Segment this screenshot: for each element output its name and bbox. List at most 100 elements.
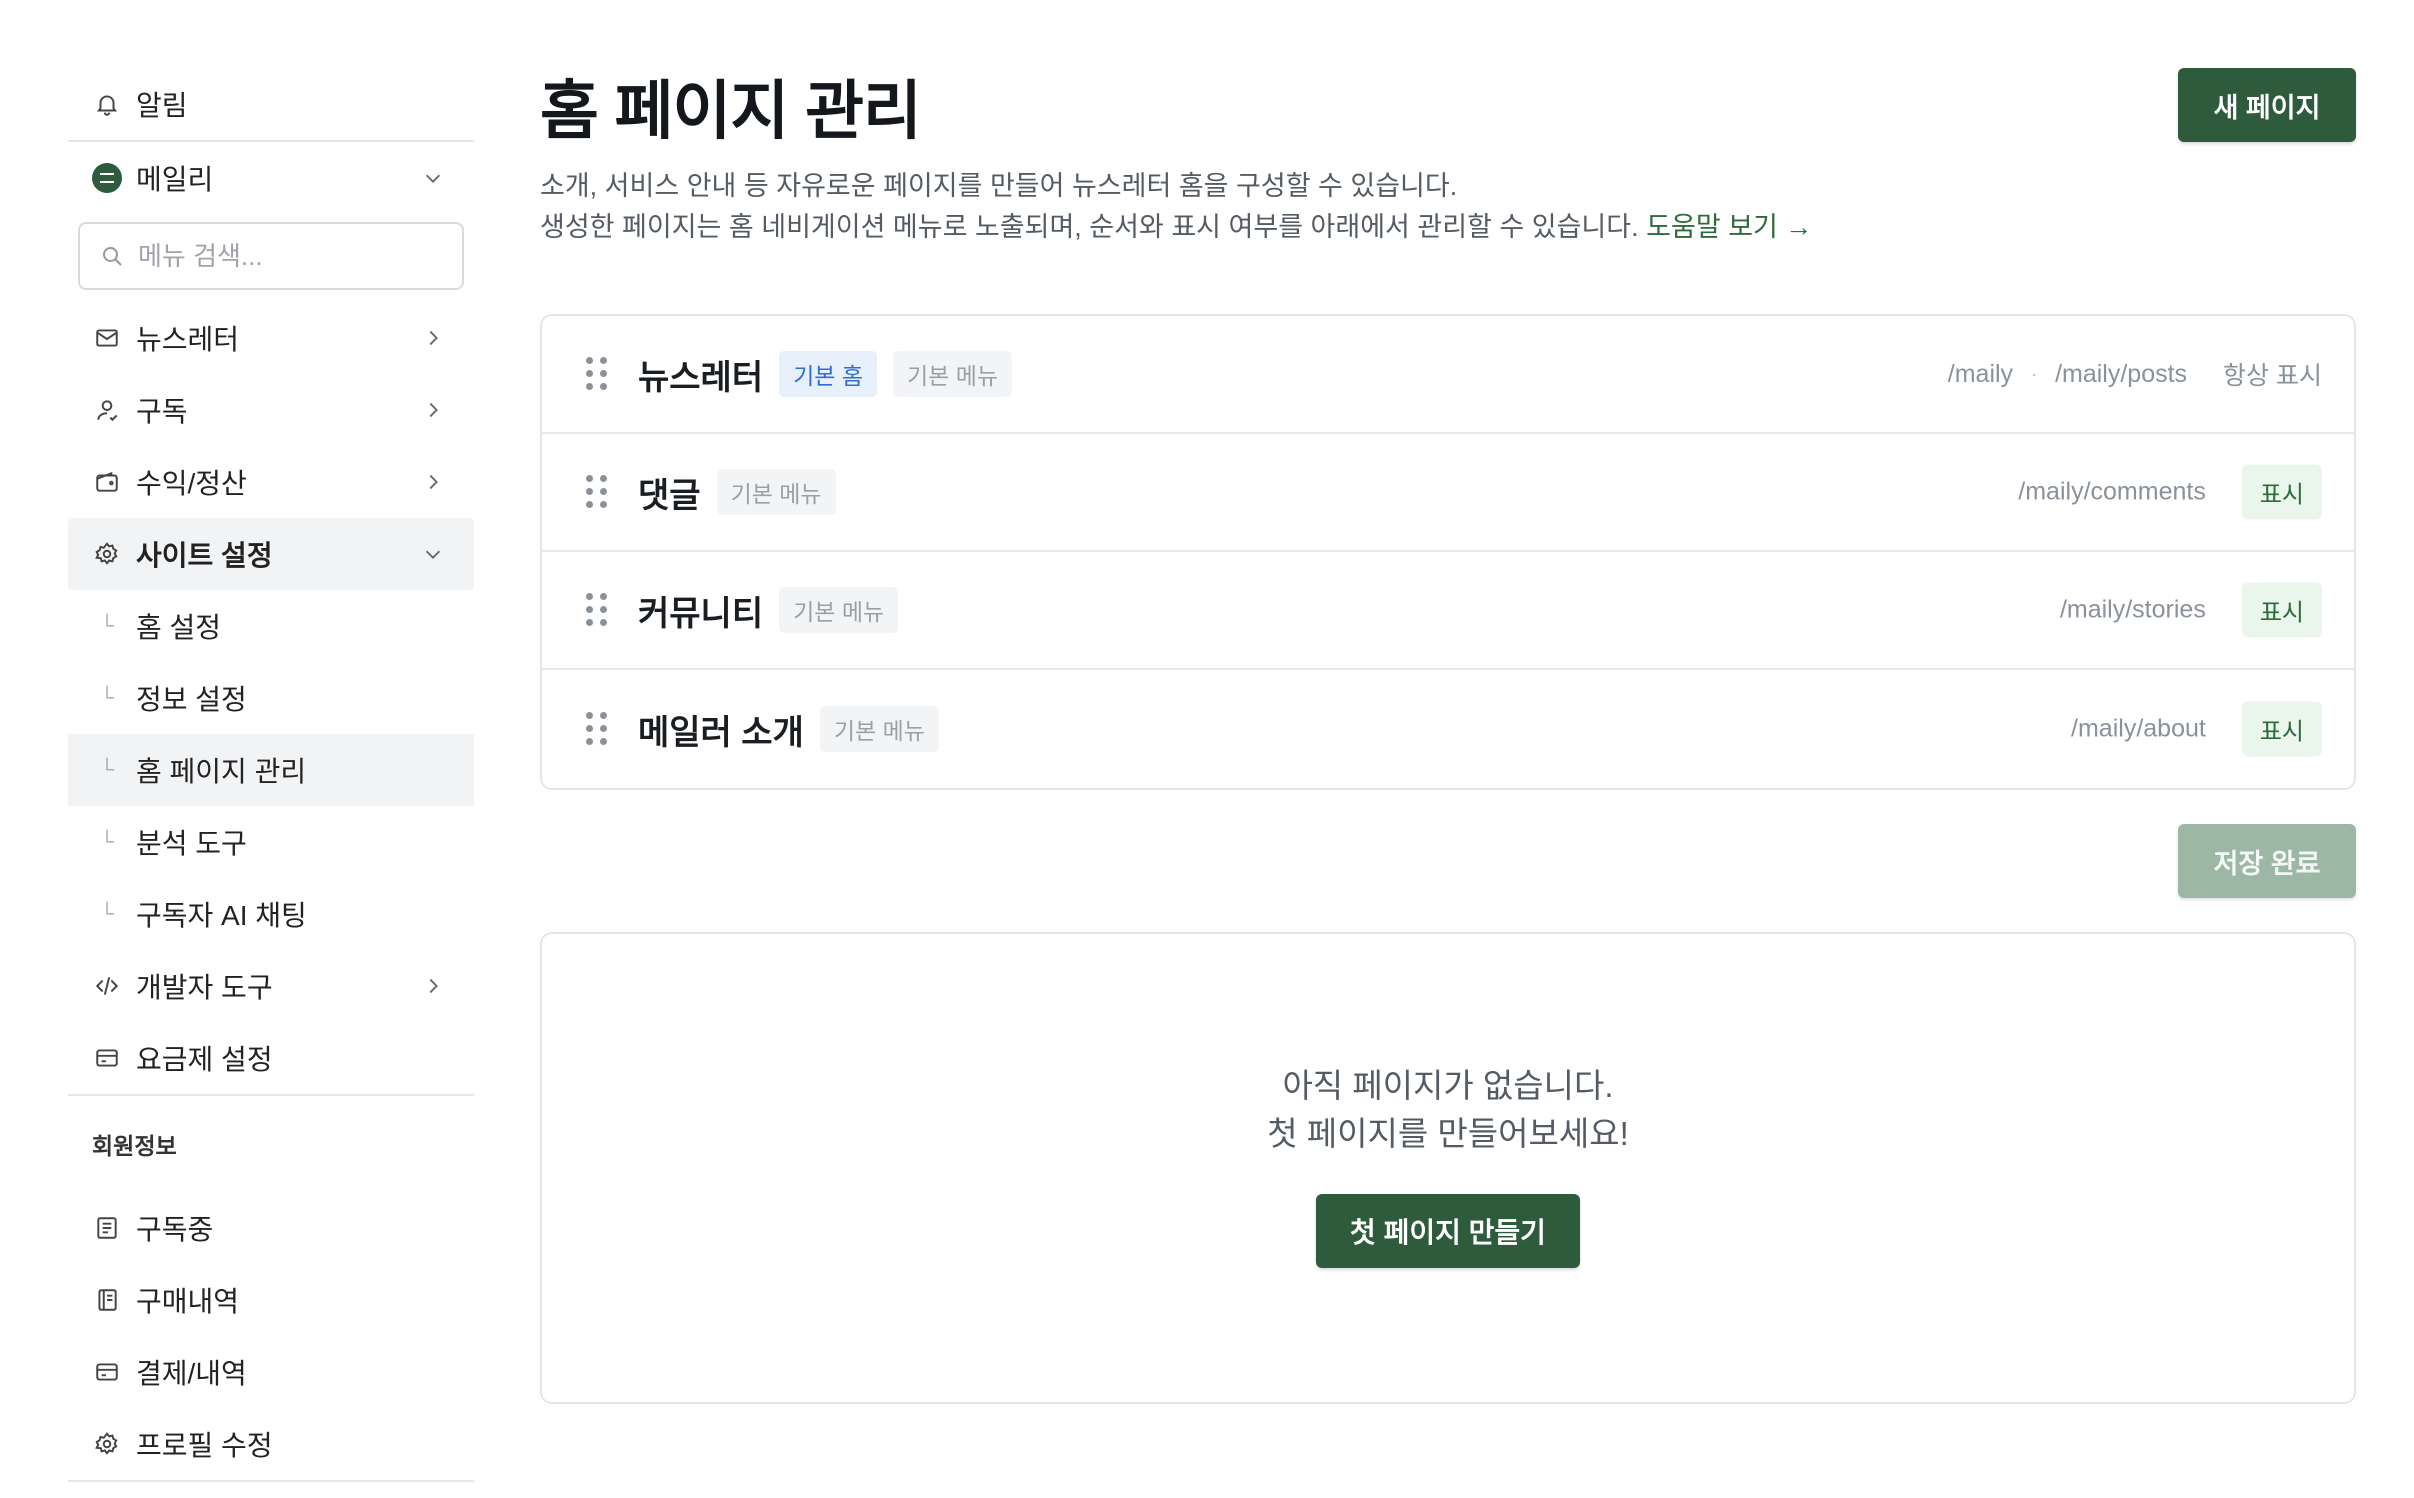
page-row-title: 뉴스레터 xyxy=(638,358,764,397)
default-menu-badge: 기본 메뉴 xyxy=(819,706,939,752)
page-description: 소개, 서비스 안내 등 자유로운 페이지를 만들어 뉴스레터 홈을 구성할 수… xyxy=(540,166,1812,248)
site-name: 메일리 xyxy=(136,164,214,195)
search-input[interactable] xyxy=(138,240,438,272)
description-line-2: 생성한 페이지는 홈 네비게이션 메뉴로 노출되며, 순서와 표시 여부를 아래… xyxy=(540,207,1812,248)
chevron-right-icon xyxy=(422,975,444,997)
empty-state-message: 아직 페이지가 없습니다. 첫 페이지를 만들어보세요! xyxy=(542,1062,2354,1158)
visibility-toggle[interactable]: 표시 xyxy=(2241,582,2322,638)
save-button[interactable]: 저장 완료 xyxy=(2178,824,2356,898)
drag-handle-icon[interactable] xyxy=(586,593,607,627)
sidebar-item-plan[interactable]: 요금제 설정 xyxy=(68,1022,474,1094)
page-path: /maily/comments xyxy=(2018,477,2206,506)
page-row[interactable]: 메일러 소개 기본 메뉴 /maily/about 표시 xyxy=(542,670,2354,788)
code-icon xyxy=(92,971,122,1001)
sidebar: 알림 메일리 뉴스레터 구독 수익/정산 xyxy=(68,68,474,1482)
chevron-down-icon xyxy=(422,167,444,189)
sidebar-item-label: 개발자 도구 xyxy=(136,972,273,1003)
member-section-label: 회원정보 xyxy=(92,1133,177,1159)
menu-search[interactable] xyxy=(78,222,464,290)
visibility-toggle[interactable]: 표시 xyxy=(2241,464,2322,520)
help-link[interactable]: 도움말 보기 → xyxy=(1646,212,1812,242)
sidebar-item-label: 수익/정산 xyxy=(136,468,247,499)
sidebar-item-payments[interactable]: 결제/내역 xyxy=(68,1336,474,1408)
page-list: 뉴스레터 기본 홈 기본 메뉴 /maily · /maily/posts 항상… xyxy=(540,314,2356,790)
elbow-icon: └ xyxy=(99,830,115,853)
sidebar-subitem-ai-chat[interactable]: └ 구독자 AI 채팅 xyxy=(68,878,474,950)
page-row[interactable]: 뉴스레터 기본 홈 기본 메뉴 /maily · /maily/posts 항상… xyxy=(542,316,2354,434)
sidebar-item-label: 알림 xyxy=(136,90,188,121)
sidebar-item-purchases[interactable]: 구매내역 xyxy=(68,1264,474,1336)
sidebar-subitem-info-settings[interactable]: └ 정보 설정 xyxy=(68,662,474,734)
description-text: 생성한 페이지는 홈 네비게이션 메뉴로 노출되며, 순서와 표시 여부를 아래… xyxy=(540,212,1639,242)
sidebar-subitem-label: 구독자 AI 채팅 xyxy=(136,900,307,931)
page-path: /maily/stories xyxy=(2059,595,2206,624)
chevron-right-icon xyxy=(422,399,444,421)
maily-logo-icon xyxy=(92,163,122,193)
sidebar-item-label: 사이트 설정 xyxy=(136,540,273,571)
gear-icon xyxy=(92,1429,122,1459)
page-path: /maily xyxy=(1947,359,2014,388)
page-row-title: 댓글 xyxy=(638,476,701,515)
sidebar-subitem-label: 홈 페이지 관리 xyxy=(136,756,307,787)
description-line: 소개, 서비스 안내 등 자유로운 페이지를 만들어 뉴스레터 홈을 구성할 수… xyxy=(540,171,1458,201)
sidebar-item-label: 뉴스레터 xyxy=(136,324,240,355)
sidebar-item-profile[interactable]: 프로필 수정 xyxy=(68,1408,474,1480)
sidebar-item-label: 구독 xyxy=(136,396,188,427)
default-menu-badge: 기본 메뉴 xyxy=(716,469,836,515)
empty-state: 아직 페이지가 없습니다. 첫 페이지를 만들어보세요! 첫 페이지 만들기 xyxy=(540,932,2356,1404)
notebook-icon xyxy=(92,1285,122,1315)
mail-icon xyxy=(92,323,122,353)
page-row[interactable]: 커뮤니티 기본 메뉴 /maily/stories 표시 xyxy=(542,552,2354,670)
sidebar-subitem-home-pages[interactable]: └ 홈 페이지 관리 xyxy=(68,734,474,806)
page-row-title: 커뮤니티 xyxy=(638,594,764,633)
drag-handle-icon[interactable] xyxy=(586,475,607,509)
sidebar-item-subscribed[interactable]: 구독중 xyxy=(68,1192,474,1264)
credit-card-icon xyxy=(92,1357,122,1387)
sidebar-item-revenue[interactable]: 수익/정산 xyxy=(68,446,474,518)
sidebar-item-label: 구독중 xyxy=(136,1214,214,1245)
empty-state-line-2: 첫 페이지를 만들어보세요! xyxy=(1267,1115,1629,1152)
drag-handle-icon[interactable] xyxy=(586,712,607,746)
page-row[interactable]: 댓글 기본 메뉴 /maily/comments 표시 xyxy=(542,434,2354,552)
sidebar-subitem-analytics[interactable]: └ 분석 도구 xyxy=(68,806,474,878)
sidebar-item-subscription[interactable]: 구독 xyxy=(68,374,474,446)
page-path: /maily/about xyxy=(2071,714,2206,743)
sidebar-subitem-label: 정보 설정 xyxy=(136,684,247,715)
sidebar-item-notifications[interactable]: 알림 xyxy=(68,68,474,140)
page-path: /maily/posts xyxy=(2055,359,2188,388)
visibility-toggle[interactable]: 표시 xyxy=(2241,701,2322,757)
page-row-title: 메일러 소개 xyxy=(638,713,804,752)
new-page-button[interactable]: 새 페이지 xyxy=(2178,68,2356,142)
sidebar-item-newsletter[interactable]: 뉴스레터 xyxy=(68,302,474,374)
sidebar-item-label: 구매내역 xyxy=(136,1286,240,1317)
sidebar-item-label: 결제/내역 xyxy=(136,1358,247,1389)
chevron-right-icon xyxy=(422,327,444,349)
page-row-meta: /maily/stories 표시 xyxy=(2059,582,2322,638)
chevron-down-icon xyxy=(422,543,444,565)
page-row-meta: /maily/comments 표시 xyxy=(2018,464,2322,520)
bell-icon xyxy=(92,89,122,119)
sidebar-item-site-settings[interactable]: 사이트 설정 xyxy=(68,518,474,590)
chevron-right-icon xyxy=(422,471,444,493)
page-row-meta: /maily · /maily/posts 항상 표시 xyxy=(1948,356,2322,392)
sidebar-subitem-label: 홈 설정 xyxy=(136,612,222,643)
gear-icon xyxy=(92,539,122,569)
empty-state-line: 아직 페이지가 없습니다. xyxy=(1282,1067,1614,1104)
sidebar-subitem-label: 분석 도구 xyxy=(136,828,247,859)
visibility-status: 항상 표시 xyxy=(2223,362,2322,390)
elbow-icon: └ xyxy=(99,686,115,709)
credit-card-icon xyxy=(92,1043,122,1073)
drag-handle-icon[interactable] xyxy=(586,357,607,391)
default-menu-badge: 기본 메뉴 xyxy=(893,351,1013,397)
create-first-page-button[interactable]: 첫 페이지 만들기 xyxy=(1316,1194,1580,1268)
page-title: 홈 페이지 관리 xyxy=(540,75,922,147)
sidebar-item-dev-tools[interactable]: 개발자 도구 xyxy=(68,950,474,1022)
elbow-icon: └ xyxy=(99,758,115,781)
path-separator: · xyxy=(2031,363,2038,384)
default-home-badge: 기본 홈 xyxy=(779,351,877,397)
document-icon xyxy=(92,1213,122,1243)
sidebar-subitem-home-settings[interactable]: └ 홈 설정 xyxy=(68,590,474,662)
search-icon xyxy=(103,247,122,266)
site-switcher[interactable]: 메일리 xyxy=(68,142,474,214)
default-menu-badge: 기본 메뉴 xyxy=(779,587,899,633)
